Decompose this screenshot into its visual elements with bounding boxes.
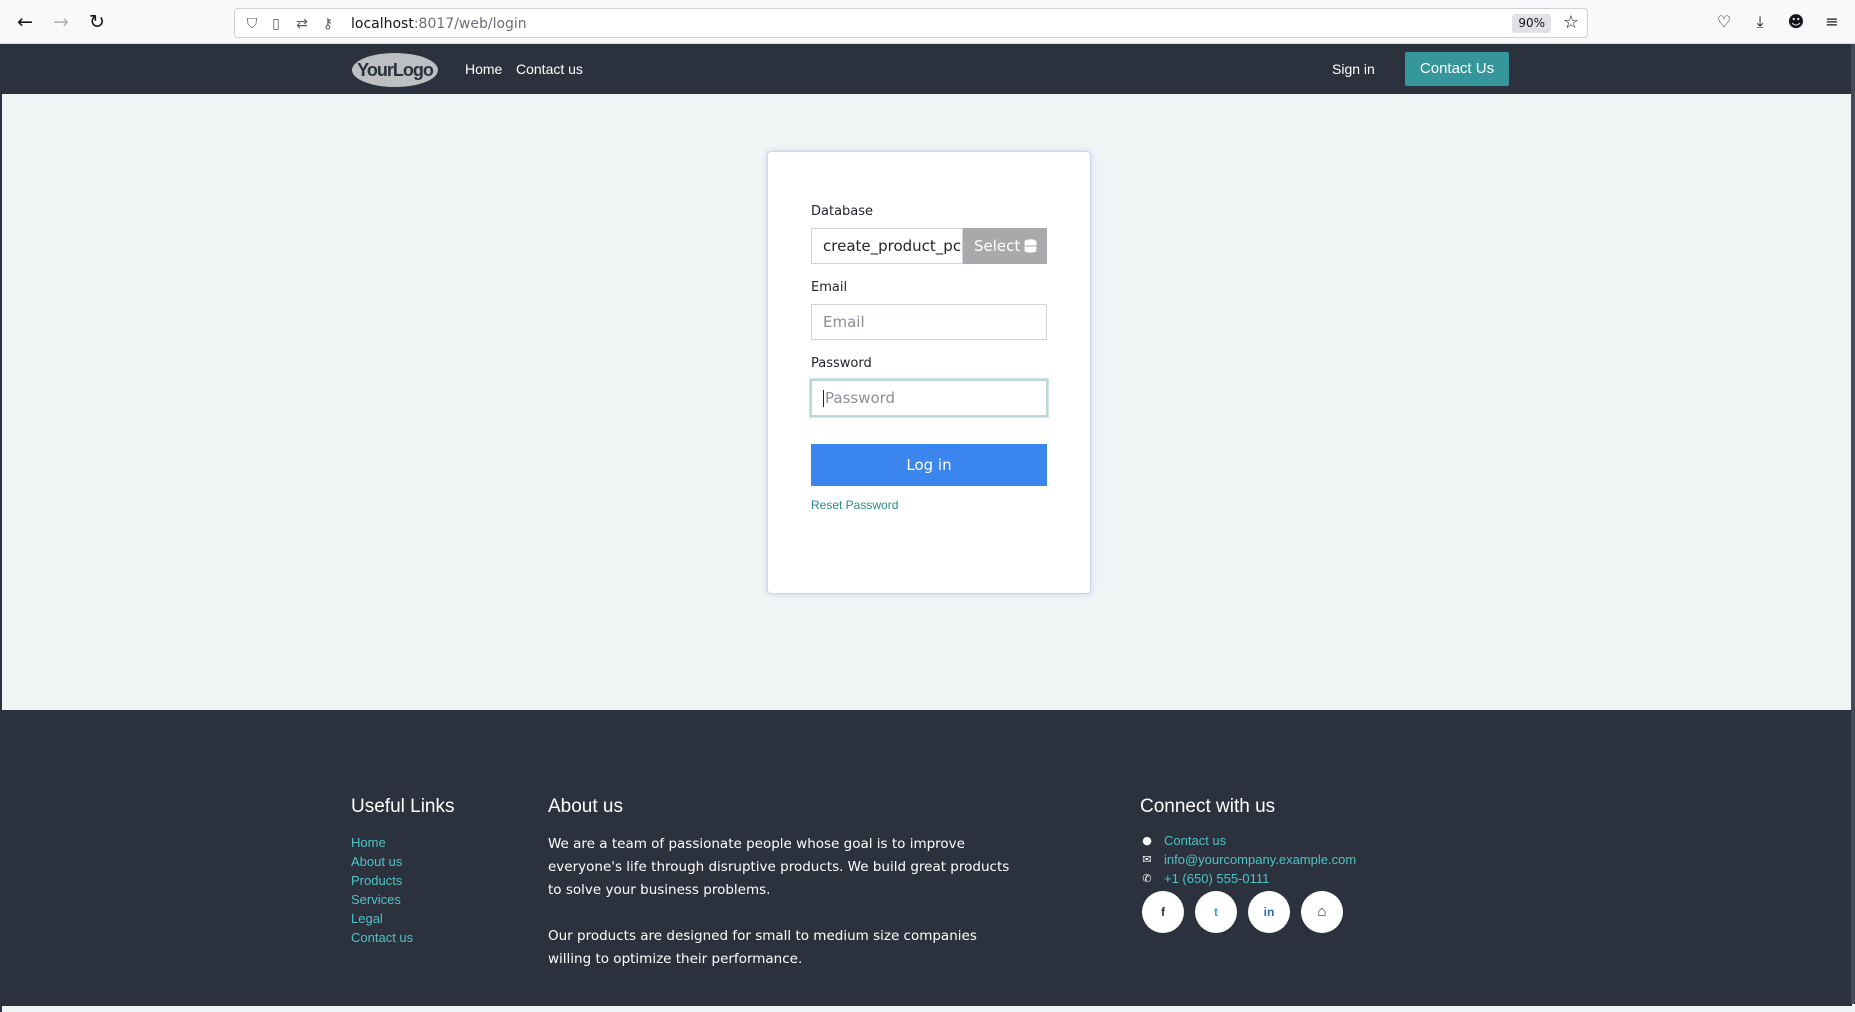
site-footer: Useful Links Home About us Products Serv… bbox=[2, 710, 1852, 1006]
twitter-icon: t bbox=[1214, 905, 1218, 919]
menu-icon[interactable]: ≡ bbox=[1821, 11, 1843, 33]
email-label: Email bbox=[811, 280, 848, 295]
comment-icon: ● bbox=[1142, 834, 1152, 847]
footer-link-about[interactable]: About us bbox=[351, 852, 413, 871]
database-icon bbox=[1024, 239, 1037, 253]
useful-links-list: Home About us Products Services Legal Co… bbox=[351, 833, 413, 947]
page-icon[interactable]: ▯ bbox=[267, 15, 285, 33]
email-input[interactable]: Email bbox=[811, 304, 1047, 340]
login-card: Database create_product_pc Select Email … bbox=[767, 151, 1091, 594]
footer-link-legal[interactable]: Legal bbox=[351, 909, 413, 928]
linkedin-button[interactable]: in bbox=[1248, 891, 1290, 933]
home-social-button[interactable]: ⌂ bbox=[1301, 891, 1343, 933]
footer-link-contact[interactable]: Contact us bbox=[351, 928, 413, 947]
extension-icon[interactable]: ☻ bbox=[1785, 11, 1807, 33]
select-label: Select bbox=[974, 237, 1021, 255]
database-input[interactable]: create_product_pc bbox=[811, 228, 963, 264]
twitter-button[interactable]: t bbox=[1195, 891, 1237, 933]
footer-link-home[interactable]: Home bbox=[351, 833, 413, 852]
select-database-button[interactable]: Select bbox=[963, 228, 1047, 264]
address-bar[interactable]: ⛉ ▯ ⇄ ⚷ localhost:8017/web/login 90% ☆ bbox=[234, 8, 1588, 38]
reset-password-link[interactable]: Reset Password bbox=[811, 498, 898, 512]
download-icon[interactable]: ⤓ bbox=[1749, 11, 1771, 33]
bookmark-star-icon[interactable]: ☆ bbox=[1563, 13, 1579, 33]
text-caret bbox=[823, 390, 824, 407]
page-scrollbar[interactable] bbox=[1851, 44, 1855, 1004]
shield-icon[interactable]: ⛉ bbox=[243, 15, 261, 33]
permissions-icon[interactable]: ⇄ bbox=[293, 15, 311, 33]
nav-contact-us[interactable]: Contact us bbox=[516, 61, 583, 77]
facebook-icon: f bbox=[1161, 905, 1165, 919]
password-placeholder: Password bbox=[825, 389, 896, 407]
browser-toolbar: ← → ↻ ⛉ ▯ ⇄ ⚷ localhost:8017/web/login 9… bbox=[0, 0, 1855, 44]
pocket-icon[interactable]: ♡ bbox=[1713, 11, 1735, 33]
forward-icon[interactable]: → bbox=[50, 11, 72, 33]
zoom-badge[interactable]: 90% bbox=[1512, 14, 1551, 33]
about-paragraph-2: Our products are designed for small to m… bbox=[548, 928, 977, 967]
about-heading: About us bbox=[548, 796, 623, 817]
connect-contact-text[interactable]: Contact us bbox=[1164, 833, 1226, 849]
connect-email-text[interactable]: info@yourcompany.example.com bbox=[1164, 852, 1356, 868]
nav-home[interactable]: Home bbox=[465, 61, 502, 77]
phone-icon: ✆ bbox=[1142, 872, 1152, 885]
log-in-button[interactable]: Log in bbox=[811, 444, 1047, 486]
home-icon: ⌂ bbox=[1317, 903, 1327, 920]
footer-link-products[interactable]: Products bbox=[351, 871, 413, 890]
about-text: We are a team of passionate people whose… bbox=[548, 833, 1018, 994]
footer-link-services[interactable]: Services bbox=[351, 890, 413, 909]
contact-us-button[interactable]: Contact Us bbox=[1405, 52, 1509, 86]
back-icon[interactable]: ← bbox=[14, 11, 36, 33]
connect-phone-text[interactable]: +1 (650) 555-0111 bbox=[1164, 871, 1269, 887]
reload-icon[interactable]: ↻ bbox=[86, 11, 108, 33]
password-input[interactable]: Password bbox=[810, 379, 1048, 417]
company-logo[interactable]: YourLogo bbox=[352, 53, 438, 87]
about-paragraph-1: We are a team of passionate people whose… bbox=[548, 836, 1010, 898]
password-label: Password bbox=[811, 356, 872, 371]
site-header: YourLogo Home Contact us Sign in Contact… bbox=[2, 44, 1852, 94]
linkedin-icon: in bbox=[1263, 905, 1275, 919]
url-text[interactable]: localhost:8017/web/login bbox=[351, 15, 527, 33]
database-label: Database bbox=[811, 204, 874, 219]
key-icon[interactable]: ⚷ bbox=[319, 15, 337, 33]
useful-links-heading: Useful Links bbox=[351, 796, 455, 817]
logo-text: YourLogo bbox=[357, 60, 434, 80]
envelope-icon: ✉ bbox=[1142, 853, 1152, 866]
sign-in-link[interactable]: Sign in bbox=[1332, 61, 1375, 77]
facebook-button[interactable]: f bbox=[1142, 891, 1184, 933]
connect-heading: Connect with us bbox=[1140, 796, 1276, 817]
